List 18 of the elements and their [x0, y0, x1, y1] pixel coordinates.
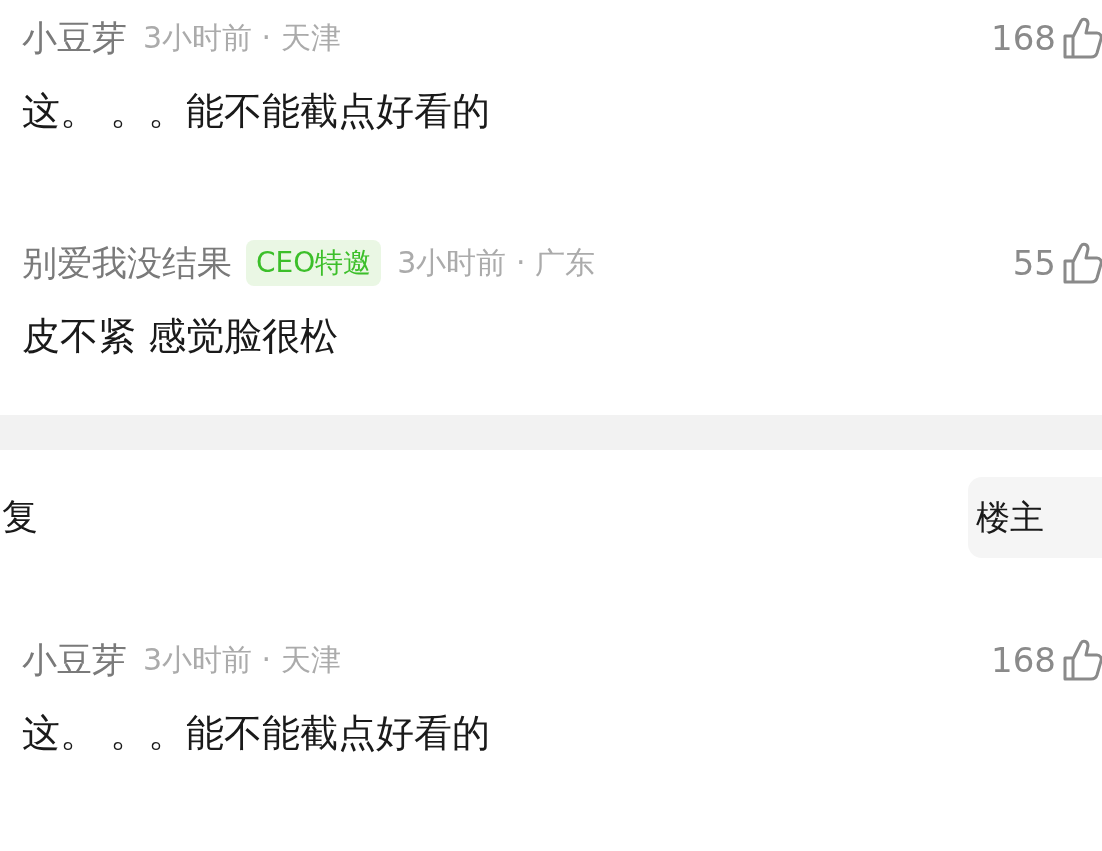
thumbs-up-icon[interactable] [1062, 16, 1102, 60]
author-name[interactable]: 小豆芽 [22, 14, 127, 62]
thumbs-up-icon[interactable] [1062, 241, 1102, 285]
user-badge: CEO特邀 [246, 240, 382, 286]
comment-text: 皮不紧 感觉脸很松 [22, 313, 340, 360]
comment-meta: 3小时前 · 广东 [397, 243, 595, 282]
like-count: 55 [1012, 243, 1056, 283]
author-filter-button[interactable]: 楼主 [968, 477, 1102, 558]
comment-meta: 3小时前 · 天津 [143, 640, 341, 679]
author-name[interactable]: 小豆芽 [22, 636, 127, 684]
reply-heading: 复 [1, 495, 38, 539]
comment-text: 这。 。。能不能截点好看的 [22, 710, 492, 757]
like-count: 168 [991, 18, 1056, 58]
like-count: 168 [991, 640, 1056, 680]
author-name[interactable]: 别爱我没结果 [22, 239, 232, 287]
thumbs-up-icon[interactable] [1062, 638, 1102, 682]
comment-text: 这。 。。能不能截点好看的 [22, 88, 492, 135]
comment-meta: 3小时前 · 天津 [143, 18, 341, 57]
